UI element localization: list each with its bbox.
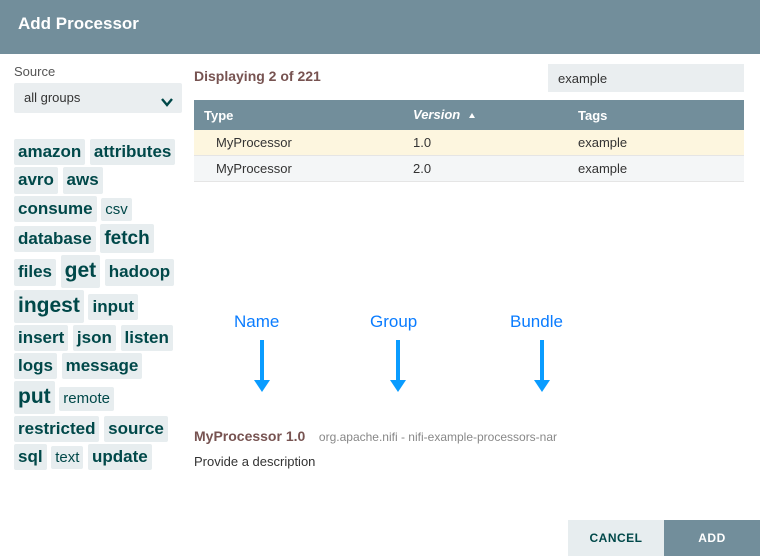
- table-row[interactable]: MyProcessor1.0example: [194, 130, 744, 156]
- source-select[interactable]: all groups: [14, 83, 182, 113]
- annotation-bundle-label: Bundle: [510, 312, 563, 332]
- tag-update[interactable]: update: [88, 444, 152, 470]
- tag-listen[interactable]: listen: [121, 325, 173, 351]
- tag-files[interactable]: files: [14, 259, 56, 285]
- tag-insert[interactable]: insert: [14, 325, 68, 351]
- arrow-down-icon: [388, 340, 408, 392]
- annotation-group-label: Group: [370, 312, 417, 332]
- tag-text[interactable]: text: [51, 446, 83, 469]
- cell-version: 2.0: [403, 156, 568, 182]
- tag-logs[interactable]: logs: [14, 353, 57, 379]
- tag-input[interactable]: input: [88, 294, 138, 320]
- tag-attributes[interactable]: attributes: [90, 139, 175, 165]
- tag-cloud: amazon attributes avro aws consume csv d…: [14, 139, 182, 472]
- col-version[interactable]: Version: [403, 100, 568, 130]
- arrow-down-icon: [532, 340, 552, 392]
- cell-version: 1.0: [403, 130, 568, 156]
- tag-fetch[interactable]: fetch: [100, 224, 153, 253]
- col-tags[interactable]: Tags: [568, 100, 744, 130]
- tag-csv[interactable]: csv: [101, 198, 132, 221]
- tag-get[interactable]: get: [61, 255, 101, 288]
- tag-hadoop[interactable]: hadoop: [105, 259, 174, 285]
- search-input[interactable]: [548, 64, 744, 92]
- sort-asc-icon: [468, 108, 476, 123]
- tag-ingest[interactable]: ingest: [14, 290, 84, 323]
- cell-type: MyProcessor: [194, 156, 403, 182]
- selected-processor-bundle: org.apache.nifi - nifi-example-processor…: [319, 430, 557, 444]
- dialog-footer: CANCEL ADD: [568, 520, 760, 556]
- tag-database[interactable]: database: [14, 226, 96, 252]
- tag-aws[interactable]: aws: [63, 167, 103, 193]
- detail-line: MyProcessor 1.0 org.apache.nifi - nifi-e…: [194, 428, 744, 444]
- add-button[interactable]: ADD: [664, 520, 760, 556]
- left-panel: Source all groups amazon attributes avro…: [14, 64, 182, 472]
- annotation-name-label: Name: [234, 312, 279, 332]
- tag-json[interactable]: json: [73, 325, 116, 351]
- tag-put[interactable]: put: [14, 381, 55, 414]
- annotation-area: Name Group Bundle: [194, 312, 744, 422]
- source-select-value: all groups: [24, 90, 80, 105]
- cell-tags: example: [568, 130, 744, 156]
- tag-amazon[interactable]: amazon: [14, 139, 85, 165]
- dialog-body: Source all groups amazon attributes avro…: [0, 54, 760, 472]
- dialog-title: Add Processor: [18, 14, 139, 33]
- col-type[interactable]: Type: [194, 100, 403, 130]
- cell-type: MyProcessor: [194, 130, 403, 156]
- dialog-header: Add Processor: [0, 0, 760, 54]
- tag-message[interactable]: message: [62, 353, 143, 379]
- tag-remote[interactable]: remote: [59, 387, 114, 410]
- display-count: Displaying 2 of 221: [194, 68, 321, 84]
- chevron-down-icon: [160, 90, 174, 120]
- processor-table: Type Version Tags MyProcessor1.0exampleM…: [194, 100, 744, 182]
- cancel-button[interactable]: CANCEL: [568, 520, 664, 556]
- right-panel: Displaying 2 of 221 Type Version Tags My…: [194, 64, 744, 472]
- tag-restricted[interactable]: restricted: [14, 416, 99, 442]
- selected-processor-description: Provide a description: [194, 454, 744, 469]
- cell-tags: example: [568, 156, 744, 182]
- tag-avro[interactable]: avro: [14, 167, 58, 193]
- tag-consume[interactable]: consume: [14, 196, 97, 222]
- selected-processor-name: MyProcessor 1.0: [194, 428, 305, 444]
- source-label: Source: [14, 64, 182, 79]
- tag-source[interactable]: source: [104, 416, 168, 442]
- tag-sql[interactable]: sql: [14, 444, 47, 470]
- arrow-down-icon: [252, 340, 272, 392]
- status-line: Displaying 2 of 221: [194, 64, 744, 92]
- table-row[interactable]: MyProcessor2.0example: [194, 156, 744, 182]
